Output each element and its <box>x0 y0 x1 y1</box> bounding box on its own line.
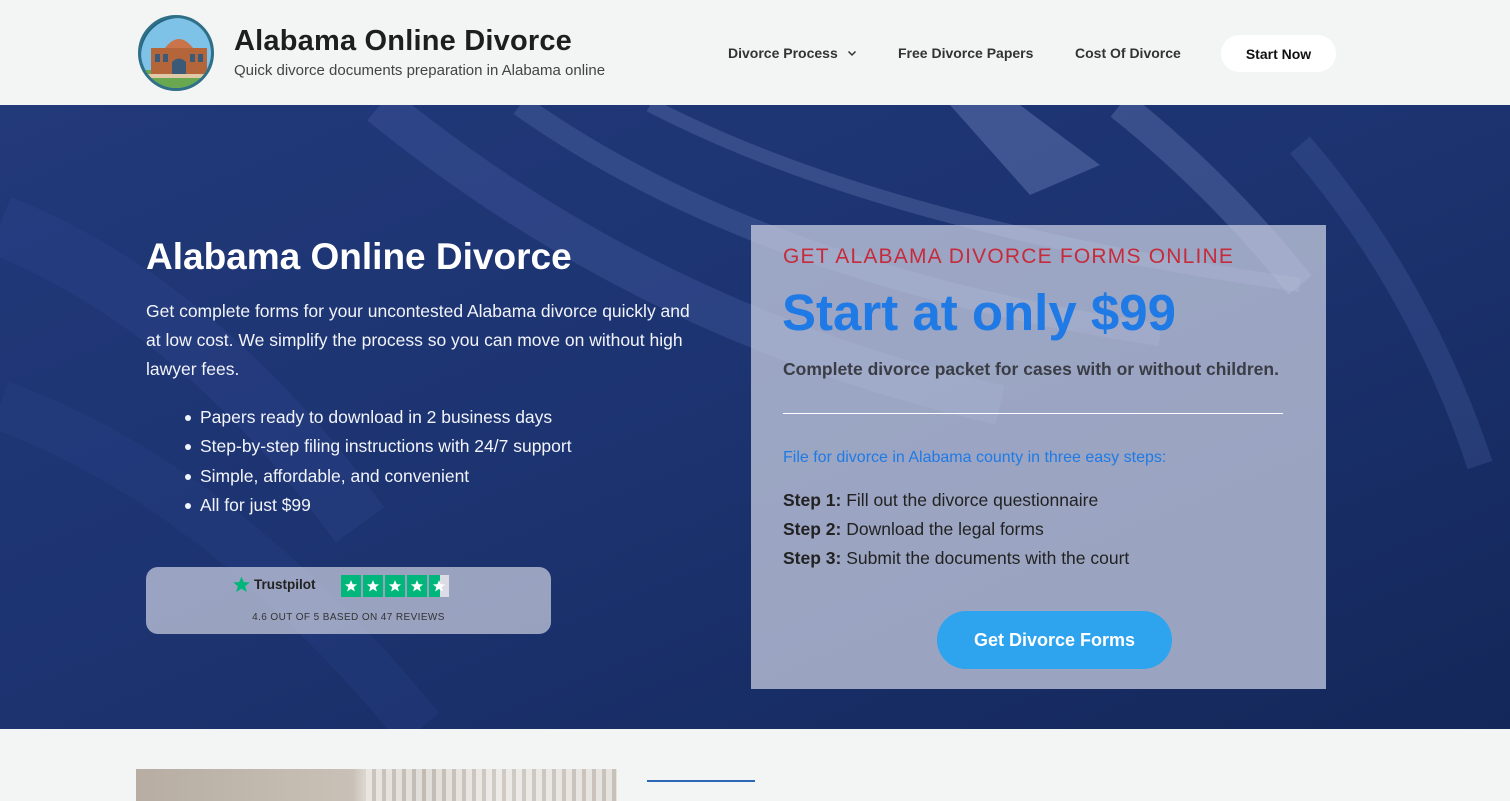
trustpilot-logo: Trustpilot <box>232 575 316 594</box>
divorce-forms-card: GET ALABAMA DIVORCE FORMS ONLINE Start a… <box>751 225 1326 689</box>
site-header: Alabama Online Divorce Quick divorce doc… <box>0 0 1510 105</box>
hero-title: Alabama Online Divorce <box>146 236 572 277</box>
card-steps-title: File for divorce in Alabama county in th… <box>783 449 1167 466</box>
star-icon <box>407 575 427 597</box>
site-title[interactable]: Alabama Online Divorce <box>234 25 572 58</box>
step-3-text: Submit the documents with the court <box>846 548 1130 568</box>
hero-section: Alabama Online Divorce Get complete form… <box>0 105 1510 729</box>
section-accent-line <box>647 780 755 782</box>
list-item: Step-by-step filing instructions with 24… <box>185 432 572 461</box>
step-2: Step 2: Download the legal forms <box>783 519 1044 540</box>
trustpilot-star-icon <box>233 576 250 592</box>
photo-blinds <box>366 769 617 801</box>
nav-free-divorce-papers-label: Free Divorce Papers <box>898 45 1034 61</box>
trustpilot-rating-text: 4.6 OUT OF 5 BASED ON 47 REVIEWS <box>252 612 445 623</box>
get-divorce-forms-button[interactable]: Get Divorce Forms <box>937 611 1172 669</box>
card-subtitle: Complete divorce packet for cases with o… <box>783 359 1279 379</box>
logo-courthouse-icon[interactable] <box>138 15 214 91</box>
hero-benefits-list: Papers ready to download in 2 business d… <box>185 403 572 520</box>
step-3: Step 3: Submit the documents with the co… <box>783 548 1129 569</box>
half-star-icon <box>429 575 449 597</box>
nav-cost-of-divorce-label: Cost Of Divorce <box>1075 45 1181 61</box>
trustpilot-brand: Trustpilot <box>254 577 316 592</box>
start-now-button[interactable]: Start Now <box>1221 35 1336 72</box>
list-item: All for just $99 <box>185 491 572 520</box>
card-price-headline: Start at only $99 <box>782 284 1176 341</box>
step-2-text: Download the legal forms <box>846 519 1044 539</box>
nav-free-divorce-papers[interactable]: Free Divorce Papers <box>898 45 1033 61</box>
trustpilot-rating-stars <box>341 575 449 597</box>
step-1-text: Fill out the divorce questionnaire <box>846 490 1099 510</box>
hero-description: Get complete forms for your uncontested … <box>146 301 690 379</box>
trustpilot-widget[interactable]: Trustpilot 4.6 OUT OF 5 BASED ON 47 REVI… <box>146 567 551 634</box>
list-item: Simple, affordable, and convenient <box>185 462 572 491</box>
card-eyebrow: GET ALABAMA DIVORCE FORMS ONLINE <box>783 245 1235 268</box>
nav-divorce-process[interactable]: Divorce Process <box>728 45 858 61</box>
step-3-label: Step 3: <box>783 548 842 568</box>
star-icon <box>341 575 361 597</box>
chevron-down-icon <box>847 50 856 57</box>
card-divider <box>783 413 1283 414</box>
step-1: Step 1: Fill out the divorce questionnai… <box>783 490 1098 511</box>
step-1-label: Step 1: <box>783 490 842 510</box>
nav-cost-of-divorce[interactable]: Cost Of Divorce <box>1075 45 1181 61</box>
section-photo <box>136 769 617 801</box>
star-icon <box>385 575 405 597</box>
step-2-label: Step 2: <box>783 519 842 539</box>
star-icon <box>363 575 383 597</box>
site-tagline: Quick divorce documents preparation in A… <box>234 62 606 79</box>
nav-divorce-process-label: Divorce Process <box>728 45 838 61</box>
list-item: Papers ready to download in 2 business d… <box>185 403 572 432</box>
